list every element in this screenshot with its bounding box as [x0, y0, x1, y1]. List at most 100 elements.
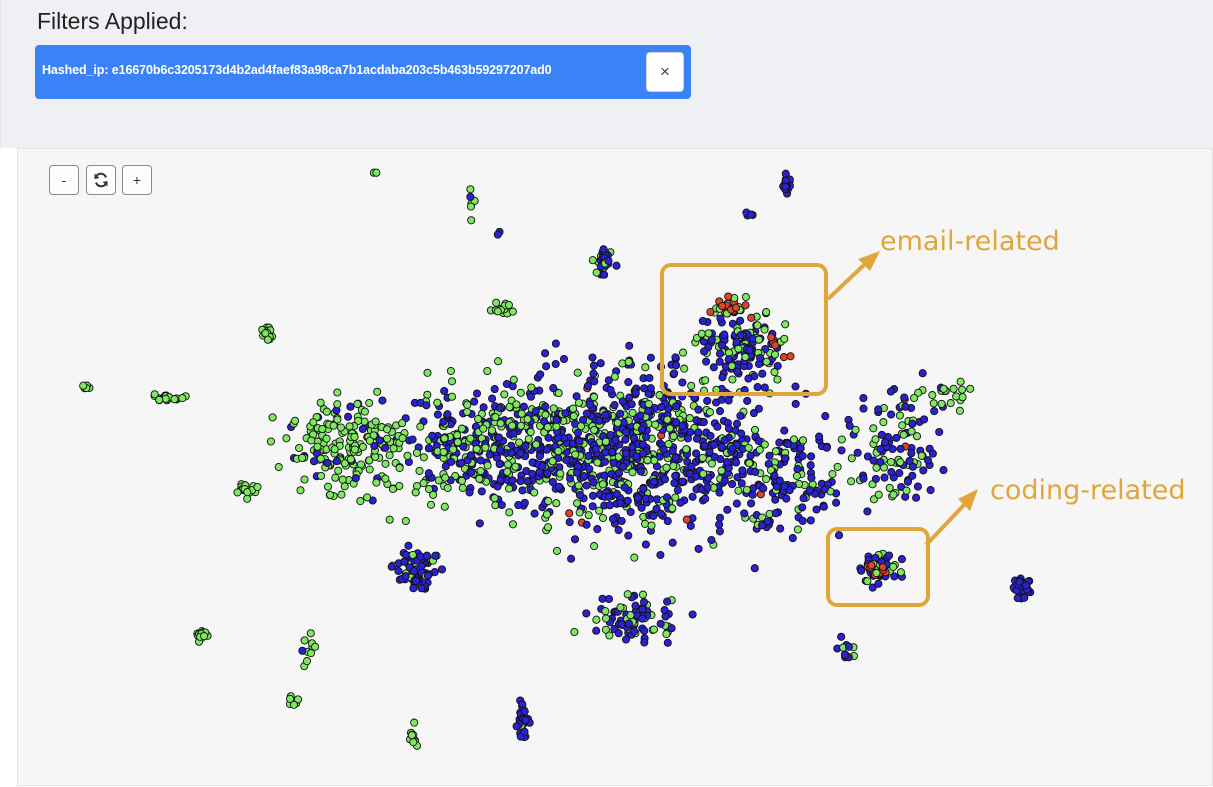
scatter-point[interactable]: [449, 445, 458, 454]
scatter-point[interactable]: [437, 565, 447, 574]
scatter-point[interactable]: [847, 477, 856, 486]
scatter-point[interactable]: [1013, 594, 1022, 603]
scatter-point[interactable]: [833, 462, 842, 471]
scatter-point[interactable]: [466, 202, 475, 211]
scatter-point[interactable]: [612, 261, 621, 270]
scatter-point[interactable]: [600, 471, 609, 480]
scatter-point[interactable]: [956, 377, 965, 386]
scatter-point[interactable]: [644, 399, 653, 409]
scatter-point[interactable]: [556, 469, 565, 478]
scatter-point[interactable]: [333, 400, 342, 409]
scatter-point[interactable]: [508, 382, 517, 391]
scatter-point[interactable]: [815, 432, 824, 441]
scatter-point[interactable]: [805, 486, 814, 495]
scatter-point[interactable]: [807, 452, 816, 461]
scatter-point[interactable]: [630, 627, 639, 636]
scatter-point[interactable]: [311, 642, 320, 651]
scatter-point[interactable]: [333, 388, 342, 397]
scatter-point[interactable]: [411, 488, 420, 497]
scatter-point[interactable]: [616, 409, 625, 418]
scatter-point[interactable]: [161, 394, 170, 403]
scatter-point[interactable]: [908, 471, 917, 480]
scatter-point[interactable]: [465, 488, 474, 497]
scatter-point[interactable]: [573, 428, 583, 437]
scatter-point[interactable]: [531, 407, 540, 416]
scatter-point[interactable]: [705, 408, 715, 417]
scatter-point[interactable]: [703, 483, 712, 492]
scatter-point[interactable]: [475, 474, 484, 483]
scatter-point[interactable]: [543, 469, 552, 478]
scatter-point[interactable]: [670, 478, 679, 488]
scatter-point[interactable]: [822, 443, 831, 452]
scatter-point[interactable]: [523, 477, 532, 486]
scatter-point[interactable]: [511, 462, 520, 471]
scatter-point[interactable]: [765, 451, 774, 460]
scatter-point[interactable]: [589, 478, 598, 487]
scatter-point[interactable]: [598, 480, 607, 489]
scatter-point[interactable]: [671, 353, 680, 362]
scatter-point[interactable]: [621, 435, 630, 444]
scatter-point[interactable]: [939, 384, 948, 393]
scatter-point[interactable]: [282, 434, 291, 443]
scatter-point[interactable]: [443, 483, 452, 493]
scatter-point[interactable]: [508, 476, 517, 485]
scatter-point[interactable]: [618, 397, 627, 406]
scatter-point[interactable]: [351, 474, 360, 483]
scatter-point[interactable]: [657, 403, 666, 412]
scatter-point[interactable]: [401, 516, 410, 526]
scatter-point[interactable]: [713, 422, 722, 431]
scatter-point[interactable]: [485, 450, 494, 459]
scatter-point[interactable]: [488, 394, 497, 403]
scatter-point[interactable]: [474, 414, 483, 424]
scatter-point[interactable]: [322, 434, 331, 443]
scatter-point[interactable]: [715, 513, 725, 522]
scatter-point[interactable]: [517, 409, 526, 418]
scatter-point[interactable]: [698, 316, 707, 326]
scatter-point[interactable]: [937, 399, 946, 408]
scatter-point[interactable]: [750, 564, 759, 573]
scatter-point[interactable]: [886, 387, 895, 396]
scatter-point[interactable]: [624, 619, 633, 628]
scatter-point[interactable]: [298, 646, 307, 655]
scatter-point[interactable]: [897, 555, 906, 564]
scatter-point[interactable]: [700, 441, 709, 450]
scatter-point[interactable]: [641, 540, 650, 549]
scatter-point[interactable]: [798, 516, 807, 525]
scatter-point[interactable]: [832, 498, 841, 507]
scatter-point[interactable]: [588, 256, 597, 265]
scatter-point[interactable]: [589, 392, 599, 402]
scatter-point[interactable]: [687, 381, 696, 390]
scatter-point[interactable]: [415, 466, 424, 475]
scatter-point[interactable]: [412, 448, 421, 457]
scatter-point[interactable]: [330, 445, 339, 454]
scatter-point[interactable]: [913, 482, 922, 491]
scatter-point[interactable]: [651, 420, 660, 429]
scatter-point[interactable]: [638, 440, 647, 449]
scatter-point[interactable]: [554, 447, 563, 456]
scatter-point[interactable]: [398, 419, 407, 428]
scatter-point[interactable]: [375, 436, 384, 445]
scatter-point[interactable]: [859, 394, 868, 403]
scatter-point[interactable]: [440, 434, 449, 443]
scatter-plot[interactable]: email-related coding-related: [18, 149, 1213, 786]
scatter-point[interactable]: [669, 432, 678, 441]
scatter-point[interactable]: [616, 499, 625, 508]
scatter-point[interactable]: [548, 478, 557, 487]
scatter-point[interactable]: [665, 424, 674, 433]
scatter-point[interactable]: [762, 357, 771, 366]
scatter-point[interactable]: [732, 458, 741, 467]
scatter-point[interactable]: [716, 314, 725, 323]
scatter-point[interactable]: [892, 433, 901, 442]
scatter-point[interactable]: [887, 410, 896, 419]
scatter-point[interactable]: [463, 407, 472, 416]
scatter-point[interactable]: [751, 467, 760, 476]
scatter-point[interactable]: [505, 402, 514, 412]
scatter-point[interactable]: [541, 349, 550, 358]
scatter-point[interactable]: [895, 411, 904, 420]
scatter-point[interactable]: [552, 422, 561, 431]
scatter-point[interactable]: [350, 432, 359, 441]
scatter-point[interactable]: [590, 425, 599, 435]
scatter-point[interactable]: [736, 331, 745, 340]
scatter-point[interactable]: [749, 409, 758, 418]
remove-filter-button[interactable]: ×: [646, 52, 684, 92]
